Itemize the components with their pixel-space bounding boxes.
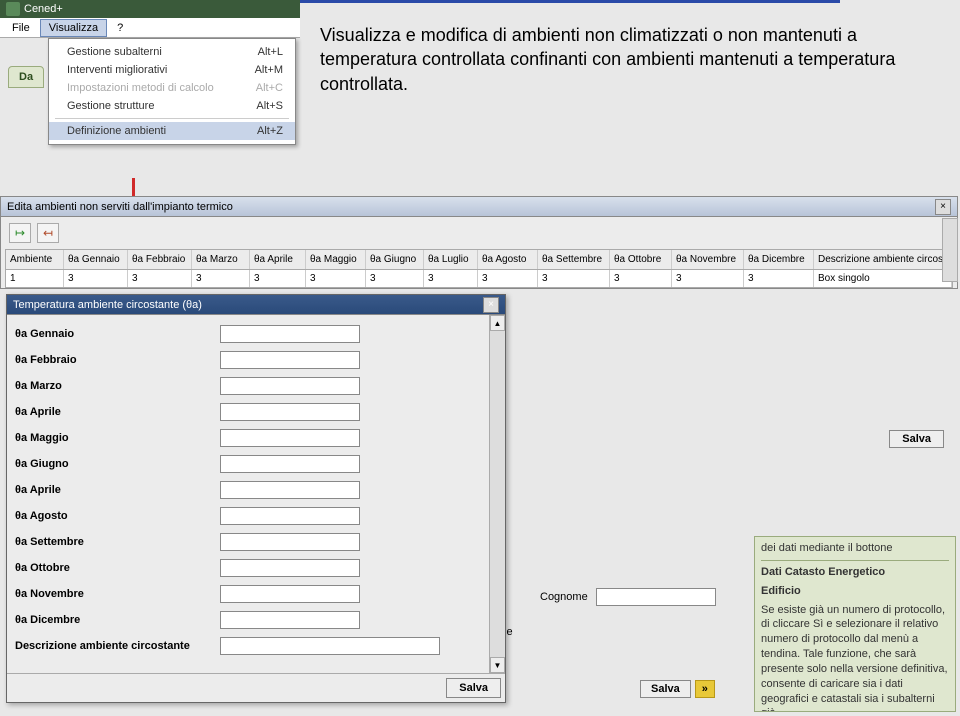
col-set[interactable]: θa Settembre	[538, 250, 610, 269]
help-title-edificio: Edificio	[761, 584, 949, 599]
col-nov[interactable]: θa Novembre	[672, 250, 744, 269]
menu-impostazioni-metodi: Impostazioni metodi di calcolo Alt+C	[49, 79, 295, 97]
cognome-input[interactable]	[596, 588, 716, 606]
col-gen[interactable]: θa Gennaio	[64, 250, 128, 269]
help-title-catasto: Dati Catasto Energetico	[761, 565, 949, 580]
edit-ambienti-window: Edita ambienti non serviti dall'impianto…	[0, 196, 958, 289]
col-ambiente[interactable]: Ambiente	[6, 250, 64, 269]
window-title-bar: Cened+	[0, 0, 300, 18]
label-nov: θa Novembre	[15, 588, 210, 600]
temp-fields: θa Gennaio θa Febbraio θa Marzo θa April…	[7, 315, 489, 673]
cognome-field-row: Cognome	[540, 588, 716, 606]
col-apr[interactable]: θa Aprile	[250, 250, 306, 269]
temp-salva-button[interactable]: Salva	[446, 678, 501, 698]
note-separator	[300, 0, 840, 3]
input-ago[interactable]	[220, 507, 360, 525]
background-tab[interactable]: Da	[8, 66, 44, 88]
menu-bar: File Visualizza ?	[0, 18, 300, 38]
temp-dialog-title: Temperatura ambiente circostante (θa)	[13, 299, 202, 311]
salva-button[interactable]: Salva	[889, 430, 944, 448]
label-ott: θa Ottobre	[15, 562, 210, 574]
input-mar[interactable]	[220, 377, 360, 395]
col-mag[interactable]: θa Maggio	[306, 250, 366, 269]
label-set: θa Settembre	[15, 536, 210, 548]
menu-file[interactable]: File	[4, 20, 38, 36]
temp-scrollbar[interactable]: ▲ ▼	[489, 315, 505, 673]
col-lug[interactable]: θa Luglio	[424, 250, 478, 269]
menu-help[interactable]: ?	[109, 20, 131, 36]
import-icon[interactable]: ↦	[9, 223, 31, 243]
col-desc[interactable]: Descrizione ambiente circostante	[814, 250, 952, 269]
input-apr[interactable]	[220, 403, 360, 421]
label-desc: Descrizione ambiente circostante	[15, 640, 210, 652]
label-giu: θa Giugno	[15, 458, 210, 470]
next-arrow-icon[interactable]: »	[695, 680, 715, 698]
grid-scrollbar[interactable]	[942, 218, 958, 282]
input-desc[interactable]	[220, 637, 440, 655]
edit-toolbar: ↦ ↤	[1, 217, 957, 249]
salva-next-button[interactable]: Salva	[640, 680, 691, 698]
grid-data-row[interactable]: 1 3 3 3 3 3 3 3 3 3 3 3 3 Box singolo	[6, 270, 952, 287]
col-ago[interactable]: θa Agosto	[478, 250, 538, 269]
menu-gestione-strutture[interactable]: Gestione strutture Alt+S	[49, 97, 295, 115]
temp-dialog-titlebar: Temperatura ambiente circostante (θa) ×	[7, 295, 505, 315]
label-mag: θa Maggio	[15, 432, 210, 444]
input-mag[interactable]	[220, 429, 360, 447]
input-gen[interactable]	[220, 325, 360, 343]
label-feb: θa Febbraio	[15, 354, 210, 366]
scroll-down-icon[interactable]: ▼	[490, 657, 505, 673]
label-apr: θa Aprile	[15, 406, 210, 418]
col-giu[interactable]: θa Giugno	[366, 250, 424, 269]
input-giu[interactable]	[220, 455, 360, 473]
input-feb[interactable]	[220, 351, 360, 369]
app-title: Cened+	[24, 3, 63, 15]
temp-close-button[interactable]: ×	[483, 297, 499, 313]
grid-header-row: Ambiente θa Gennaio θa Febbraio θa Marzo…	[6, 250, 952, 270]
annotation-text: Visualizza e modifica di ambienti non cl…	[320, 23, 950, 96]
input-set[interactable]	[220, 533, 360, 551]
close-button[interactable]: ×	[935, 199, 951, 215]
menu-visualizza[interactable]: Visualizza	[40, 19, 107, 37]
menu-gestione-subalterni[interactable]: Gestione subalterni Alt+L	[49, 43, 295, 61]
help-panel: dei dati mediante il bottone Dati Catast…	[754, 536, 956, 712]
input-nov[interactable]	[220, 585, 360, 603]
salva-next-group: Salva »	[640, 680, 715, 698]
input-ott[interactable]	[220, 559, 360, 577]
visualizza-dropdown: Gestione subalterni Alt+L Interventi mig…	[48, 38, 296, 145]
label-mar: θa Marzo	[15, 380, 210, 392]
temperatura-dialog: Temperatura ambiente circostante (θa) × …	[6, 294, 506, 703]
col-feb[interactable]: θa Febbraio	[128, 250, 192, 269]
scroll-up-icon[interactable]: ▲	[490, 315, 505, 331]
col-ott[interactable]: θa Ottobre	[610, 250, 672, 269]
menu-interventi-migliorativi[interactable]: Interventi migliorativi Alt+M	[49, 61, 295, 79]
export-icon[interactable]: ↤	[37, 223, 59, 243]
help-line0: dei dati mediante il bottone	[761, 541, 949, 556]
help-body: Se esiste già un numero di protocollo, d…	[761, 603, 949, 712]
label-ago: θa Agosto	[15, 510, 210, 522]
edit-window-title: Edita ambienti non serviti dall'impianto…	[7, 201, 233, 213]
label-apr2: θa Aprile	[15, 484, 210, 496]
edit-window-titlebar: Edita ambienti non serviti dall'impianto…	[1, 197, 957, 217]
label-gen: θa Gennaio	[15, 328, 210, 340]
cognome-label: Cognome	[540, 591, 588, 603]
app-icon	[6, 2, 20, 16]
col-dic[interactable]: θa Dicembre	[744, 250, 814, 269]
ambienti-grid: Ambiente θa Gennaio θa Febbraio θa Marzo…	[5, 249, 953, 288]
input-dic[interactable]	[220, 611, 360, 629]
label-dic: θa Dicembre	[15, 614, 210, 626]
menu-definizione-ambienti[interactable]: Definizione ambienti Alt+Z	[49, 122, 295, 140]
col-mar[interactable]: θa Marzo	[192, 250, 250, 269]
input-apr2[interactable]	[220, 481, 360, 499]
menu-separator	[55, 118, 289, 119]
